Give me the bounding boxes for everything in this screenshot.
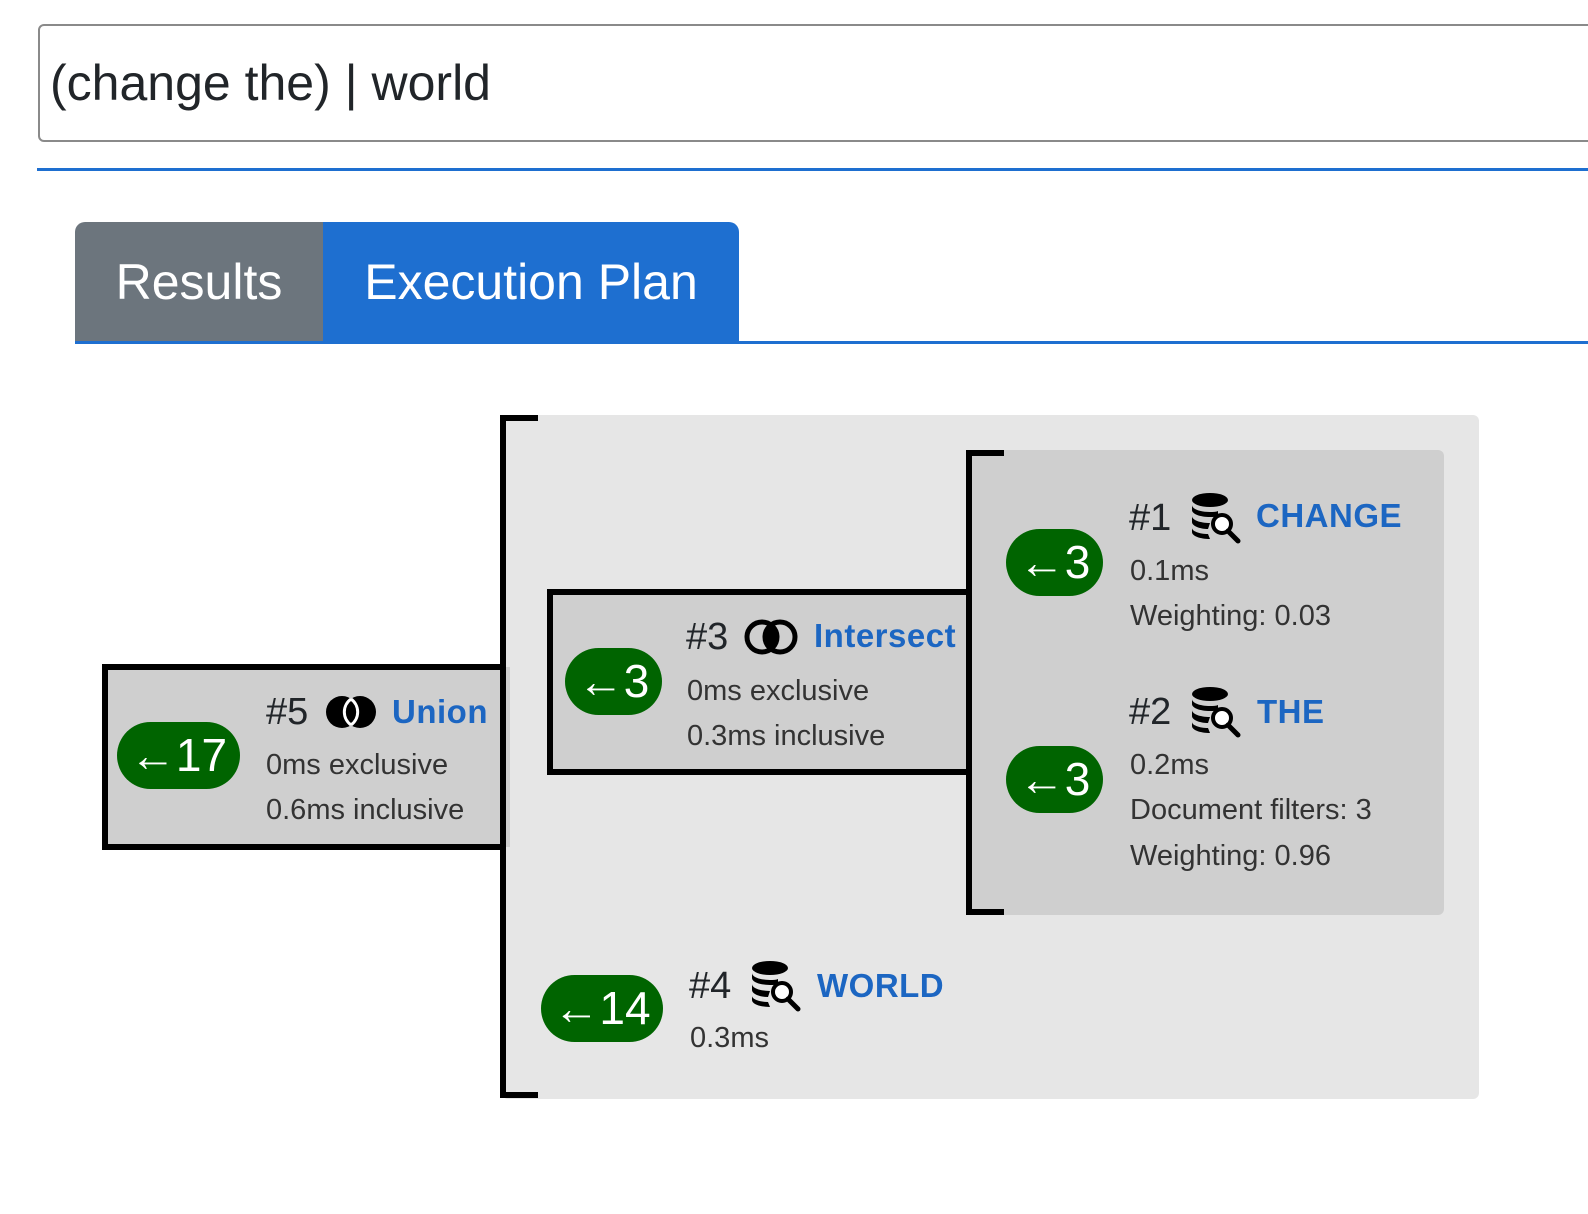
intersect-children-panel [968, 450, 1444, 915]
intersect-stat: 0ms exclusive [687, 675, 870, 707]
intersect-icon [744, 619, 798, 655]
change-node-name[interactable]: CHANGE [1256, 494, 1402, 538]
intersect-node-name[interactable]: Intersect [814, 614, 956, 658]
database-search-icon [1192, 493, 1241, 544]
union-node-name[interactable]: Union [392, 690, 488, 734]
world-stat: 0.3ms [690, 1022, 769, 1054]
union-children-bracket [500, 415, 538, 1098]
intersect-children-bracket [966, 450, 1004, 915]
intersect-node-box [550, 592, 974, 772]
union-node-id: #5 [266, 691, 309, 733]
database-search-icon [752, 961, 801, 1012]
tabs-underline [75, 341, 1588, 344]
change-node-id: #1 [1129, 497, 1172, 539]
world-result-count-badge: ←14 [541, 975, 663, 1042]
tab-results[interactable]: Results [75, 222, 323, 342]
intersect-node-id: #3 [686, 616, 729, 658]
intersect-node-outline [547, 589, 971, 775]
union-result-count-badge: ←17 [117, 722, 240, 789]
world-node-id: #4 [689, 965, 732, 1007]
union-children-panel [502, 415, 1479, 1099]
the-stat: 0.2ms [1130, 749, 1209, 781]
database-search-icon [1192, 687, 1241, 738]
the-node-name[interactable]: THE [1257, 690, 1325, 734]
the-result-count-badge: ←3 [1006, 746, 1103, 813]
change-stat: Weighting: 0.03 [1130, 600, 1331, 632]
the-node-id: #2 [1129, 691, 1172, 733]
search-input-value: (change the) | world [50, 55, 491, 111]
union-node-outline [102, 664, 506, 850]
the-stat: Weighting: 0.96 [1130, 840, 1331, 872]
union-stat: 0ms exclusive [266, 749, 449, 781]
change-result-count-badge: ←3 [1006, 529, 1103, 596]
world-node-name[interactable]: WORLD [817, 964, 944, 1008]
intersect-stat: 0.3ms inclusive [687, 720, 886, 752]
union-node-box [105, 667, 510, 847]
change-stat: 0.1ms [1130, 555, 1209, 587]
union-stat: 0.6ms inclusive [266, 794, 465, 826]
intersect-result-count-badge: ←3 [565, 648, 662, 715]
execution-plan: ←17 #5 Union 0ms exclusive 0.6ms inclusi… [0, 0, 1588, 1214]
union-icon [326, 696, 376, 728]
tab-execution-plan[interactable]: Execution Plan [323, 222, 739, 342]
the-stat: Document filters: 3 [1130, 794, 1372, 826]
search-underline [37, 168, 1588, 171]
